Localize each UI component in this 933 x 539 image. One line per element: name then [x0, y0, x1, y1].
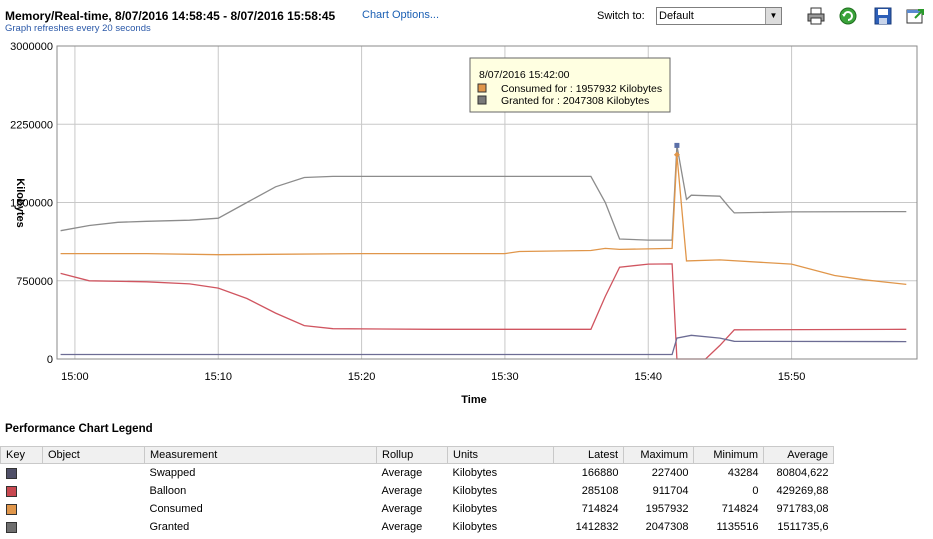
- legend-table: Key Object Measurement Rollup Units Late…: [0, 446, 933, 536]
- x-tick-label: 15:50: [778, 371, 806, 383]
- legend-cell-minimum: 1135516: [716, 521, 759, 533]
- y-tick-label: 3000000: [10, 41, 53, 53]
- granted-hover-marker: [674, 142, 680, 148]
- x-tick-label: 15:40: [634, 371, 662, 383]
- legend-cell-minimum: 714824: [721, 503, 759, 515]
- legend-cell-filler: [834, 500, 933, 518]
- chart-title: Memory/Real-time, 8/07/2016 14:58:45 - 8…: [5, 9, 336, 23]
- tooltip-granted-swatch: [477, 95, 487, 105]
- x-axis-label: Time: [461, 394, 486, 406]
- legend-cell-units: Kilobytes: [452, 485, 498, 497]
- legend-cell-average: 1511735,6: [777, 521, 829, 533]
- legend-cell-units: Kilobytes: [452, 503, 498, 515]
- col-object[interactable]: Object: [42, 446, 145, 464]
- legend-cell-average: 429269,88: [776, 485, 829, 497]
- legend-cell-measurement: Consumed: [149, 503, 203, 515]
- y-tick-label: 2250000: [10, 119, 53, 131]
- x-tick-label: 15:20: [348, 371, 376, 383]
- legend-row[interactable]: Balloon Average Kilobytes 285108 911704 0 4292…: [1, 482, 933, 500]
- legend-cell-measurement: Balloon: [149, 485, 187, 497]
- legend-cell-object: [43, 482, 145, 500]
- legend-cell-latest: 285108: [581, 485, 619, 497]
- col-measurement[interactable]: Measurement: [144, 446, 377, 464]
- legend-cell-measurement: Granted: [149, 521, 190, 533]
- legend-cell-rollup: Average: [381, 485, 423, 497]
- series-line-balloon: [60, 263, 907, 360]
- tooltip: 8/07/2016 15:42:00 Consumed for : 195793…: [469, 57, 671, 113]
- legend-key-swatch: [5, 485, 17, 497]
- col-rollup[interactable]: Rollup: [376, 446, 448, 464]
- legend-cell-filler: [834, 518, 933, 536]
- chevron-down-icon[interactable]: ▼: [765, 8, 781, 24]
- x-tick-label: 15:10: [204, 371, 232, 383]
- legend-cell-key: [1, 482, 43, 500]
- legend-cell-rollup: Average: [381, 503, 423, 515]
- legend-cell-key: [1, 500, 43, 518]
- print-icon[interactable]: [806, 6, 826, 26]
- legend-row[interactable]: Swapped Average Kilobytes 166880 227400 43284…: [1, 464, 933, 483]
- col-filler: [833, 446, 933, 464]
- legend-cell-rollup: Average: [381, 521, 423, 533]
- switch-to-label: Switch to:: [597, 10, 645, 22]
- x-axis-ticks: 15:00 15:10 15:20 15:30 15:40 15:50: [61, 371, 805, 383]
- legend-cell-object: [43, 518, 145, 536]
- legend-header-row: Key Object Measurement Rollup Units Late…: [0, 446, 933, 464]
- legend-cell-object: [43, 500, 145, 518]
- legend-cell-average: 971783,08: [776, 503, 829, 515]
- tooltip-granted: Granted for : 2047308 Kilobytes: [501, 95, 649, 107]
- legend-title: Performance Chart Legend: [5, 423, 153, 435]
- legend-cell-maximum: 227400: [651, 467, 689, 479]
- legend-cell-maximum: 2047308: [645, 521, 689, 533]
- series-lines: [60, 142, 907, 360]
- legend-cell-minimum: 0: [752, 485, 759, 497]
- col-units[interactable]: Units: [447, 446, 554, 464]
- col-minimum[interactable]: Minimum: [693, 446, 764, 464]
- legend-cell-minimum: 43284: [727, 467, 759, 479]
- legend-cell-maximum: 1957932: [645, 503, 689, 515]
- legend-cell-latest: 1412832: [575, 521, 619, 533]
- legend-cell-units: Kilobytes: [452, 467, 498, 479]
- legend-cell-key: [1, 464, 43, 483]
- refresh-note: Graph refreshes every 20 seconds: [5, 23, 151, 34]
- legend-cell-units: Kilobytes: [452, 521, 498, 533]
- switch-to-select[interactable]: Default ▼: [656, 7, 782, 25]
- series-line-granted: [60, 145, 907, 241]
- legend-key-swatch: [5, 467, 17, 479]
- col-average[interactable]: Average: [763, 446, 834, 464]
- y-axis-label: Kilobytes: [14, 178, 26, 228]
- legend-row[interactable]: Consumed Average Kilobytes 714824 1957932 714…: [1, 500, 933, 518]
- tooltip-consumed-swatch: [477, 83, 487, 93]
- refresh-icon[interactable]: [838, 6, 858, 26]
- legend-cell-average: 80804,622: [776, 467, 829, 479]
- save-icon[interactable]: [873, 6, 893, 26]
- series-line-consumed: [60, 154, 907, 286]
- chart-options-link[interactable]: Chart Options...: [362, 9, 439, 21]
- legend-cell-filler: [834, 464, 933, 483]
- legend-key-swatch: [5, 503, 17, 515]
- legend-cell-latest: 714824: [581, 503, 619, 515]
- col-key[interactable]: Key: [0, 446, 43, 464]
- col-latest[interactable]: Latest: [553, 446, 624, 464]
- legend-cell-rollup: Average: [381, 467, 423, 479]
- series-line-swapped: [60, 334, 907, 356]
- legend-cell-measurement: Swapped: [149, 467, 196, 479]
- memory-line-chart: 3000000225000015000007500000 15:00 15:10 1…: [10, 41, 918, 406]
- legend-key-swatch: [5, 521, 17, 533]
- legend-cell-latest: 166880: [581, 467, 619, 479]
- legend-row[interactable]: Granted Average Kilobytes 1412832 2047308 113…: [1, 518, 933, 536]
- legend-cell-key: [1, 518, 43, 536]
- legend-cell-maximum: 911704: [652, 485, 689, 497]
- y-tick-label: 750000: [16, 276, 53, 288]
- tooltip-consumed: Consumed for : 1957932 Kilobytes: [501, 83, 662, 95]
- y-tick-label: 0: [47, 354, 53, 366]
- popout-icon[interactable]: [905, 6, 925, 26]
- col-maximum[interactable]: Maximum: [623, 446, 694, 464]
- tooltip-time: 8/07/2016 15:42:00: [479, 69, 570, 81]
- legend-cell-filler: [834, 482, 933, 500]
- x-tick-label: 15:30: [491, 371, 519, 383]
- x-tick-label: 15:00: [61, 371, 89, 383]
- legend-cell-object: [43, 464, 145, 483]
- switch-to-value: Default: [659, 10, 694, 22]
